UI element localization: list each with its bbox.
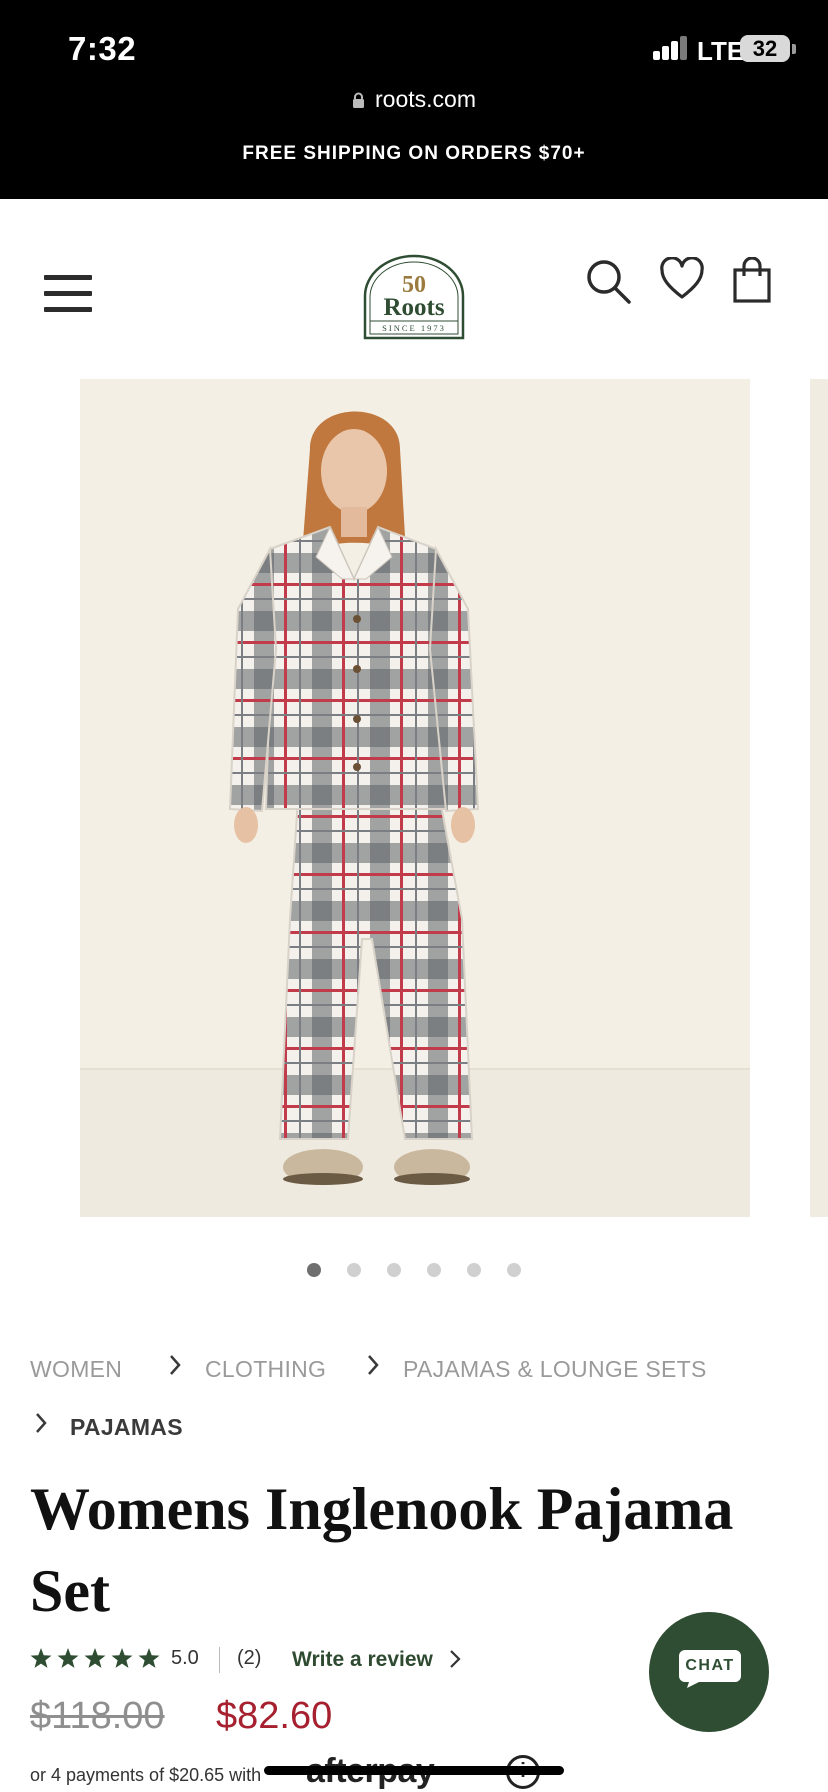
url-bar[interactable]: roots.com <box>0 86 828 113</box>
star-icon <box>138 1648 160 1668</box>
sale-price: $82.60 <box>216 1695 333 1737</box>
chevron-right-icon <box>36 1413 47 1433</box>
chevron-right-icon <box>170 1355 181 1375</box>
home-indicator[interactable] <box>264 1766 564 1775</box>
write-review-link[interactable]: Write a review <box>292 1648 461 1672</box>
carousel-dot[interactable] <box>427 1263 441 1277</box>
chevron-right-icon <box>449 1650 461 1668</box>
breadcrumb-pajamas-lounge-sets[interactable]: PAJAMAS & LOUNGE SETS <box>403 1356 707 1383</box>
menu-button[interactable] <box>44 275 94 313</box>
installment-text: or 4 payments of $20.65 with <box>30 1765 262 1785</box>
star-icon <box>57 1648 79 1668</box>
review-count[interactable]: (2) <box>237 1647 261 1670</box>
status-time: 7:32 <box>68 30 137 67</box>
site-header: 50 Roots SINCE 1973 <box>0 199 828 359</box>
battery-icon: 32 <box>740 35 790 62</box>
carousel-dot[interactable] <box>467 1263 481 1277</box>
chat-button[interactable]: CHAT <box>649 1612 769 1732</box>
promo-banner[interactable]: FREE SHIPPING ON ORDERS $70+ <box>0 143 828 165</box>
breadcrumb-clothing[interactable]: CLOTHING <box>205 1356 326 1383</box>
product-title: Womens Inglenook Pajama Set <box>30 1476 734 1624</box>
original-price: $118.00 <box>30 1695 165 1737</box>
carousel-dot[interactable] <box>387 1263 401 1277</box>
battery-nub <box>792 44 796 54</box>
heart-icon[interactable] <box>659 257 705 301</box>
search-icon[interactable] <box>584 257 632 305</box>
network-type: LTE <box>697 36 745 66</box>
product-photo-illustration <box>80 379 750 1217</box>
next-image-peek[interactable] <box>810 379 828 1217</box>
breadcrumb-women[interactable]: WOMEN <box>30 1356 122 1383</box>
hamburger-icon <box>44 275 92 280</box>
top-bar: 7:32 LTE 32 roots.com FREE SHIPPING ON O… <box>0 0 828 199</box>
chat-label: CHAT <box>685 1657 735 1674</box>
write-review-label: Write a review <box>292 1648 433 1671</box>
carousel-dots <box>0 1263 828 1279</box>
signal-icon <box>653 36 689 60</box>
roots-logo[interactable]: 50 Roots SINCE 1973 <box>362 254 466 340</box>
lock-icon <box>353 92 364 108</box>
carousel-dot[interactable] <box>347 1263 361 1277</box>
svg-text:Roots: Roots <box>383 294 444 321</box>
product-image[interactable] <box>80 379 750 1217</box>
svg-text:SINCE 1973: SINCE 1973 <box>382 323 446 333</box>
rating-value: 5.0 <box>171 1647 199 1669</box>
url-text: roots.com <box>375 86 476 112</box>
rating-stars[interactable] <box>30 1646 160 1672</box>
star-icon <box>84 1648 106 1668</box>
rating-divider <box>219 1647 220 1673</box>
star-icon <box>111 1648 133 1668</box>
carousel-dot[interactable] <box>507 1263 521 1277</box>
carousel-dot[interactable] <box>307 1263 321 1277</box>
shopping-bag-icon[interactable] <box>732 257 772 303</box>
chevron-right-icon <box>368 1355 379 1375</box>
breadcrumb-pajamas: PAJAMAS <box>70 1414 183 1440</box>
star-icon <box>30 1648 52 1668</box>
